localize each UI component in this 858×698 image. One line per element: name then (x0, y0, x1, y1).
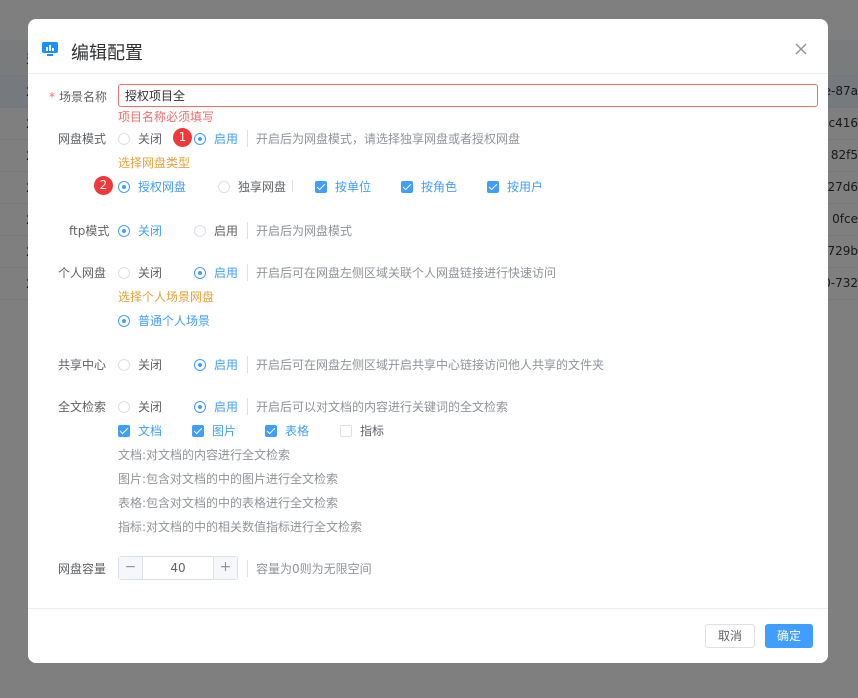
radio-label: 启用 (214, 400, 239, 414)
radio-label: 授权网盘 (138, 180, 187, 194)
step-badge-2: 2 (94, 176, 113, 195)
checkbox-box (265, 424, 277, 437)
radio-dot (118, 266, 130, 279)
radio-dot (194, 358, 206, 371)
scene-name-input[interactable] (118, 84, 818, 107)
fulltext-hint: 开启后可以对文档的内容进行关键词的全文检索 (247, 398, 508, 415)
radio-dot (194, 132, 206, 145)
radio-dot (218, 180, 230, 193)
fulltext-description: 表格:包含对文档的中的表格进行全文检索 (118, 496, 339, 510)
auth-by-user-checkbox[interactable]: 按用户 (487, 178, 543, 195)
personal-scene-normal-radio[interactable]: 普通个人场景 (118, 312, 210, 329)
divider (292, 180, 293, 192)
ftp-mode-label: ftp模式 (69, 224, 110, 238)
decrement-button[interactable]: − (119, 557, 143, 579)
chart-icon (42, 42, 58, 56)
radio-label: 启用 (214, 358, 239, 372)
radio-dot (194, 224, 206, 237)
personal-disk-off-radio[interactable]: 关闭 (118, 264, 162, 281)
checkbox-label: 表格 (285, 424, 310, 438)
required-mark: * (49, 90, 55, 104)
capacity-hint: 容量为0则为无限空间 (247, 560, 372, 577)
radio-label: 启用 (214, 224, 239, 238)
checkbox-label: 按用户 (507, 180, 544, 194)
checkbox-box (118, 424, 130, 437)
radio-dot (118, 400, 130, 413)
increment-button[interactable]: + (213, 557, 237, 579)
radio-label: 关闭 (138, 400, 163, 414)
fulltext-description: 图片:包含对文档的中的图片进行全文检索 (118, 472, 339, 486)
radio-dot (118, 314, 130, 327)
radio-label: 启用 (214, 266, 239, 280)
netdisk-mode-label: 网盘模式 (58, 132, 107, 146)
checkbox-box (401, 180, 413, 193)
scene-name-label: * 场景名称 (49, 88, 107, 105)
close-icon[interactable] (792, 40, 810, 58)
radio-dot (118, 132, 130, 145)
radio-label: 独享网盘 (238, 180, 287, 194)
netdisk-mode-on-radio[interactable]: 启用 (194, 130, 238, 147)
capacity-label: 网盘容量 (58, 562, 107, 576)
netdisk-type-prompt: 选择网盘类型 (118, 156, 191, 170)
personal-disk-on-radio[interactable]: 启用 (194, 264, 238, 281)
ftp-mode-hint: 开启后为网盘模式 (247, 222, 352, 239)
personal-disk-label: 个人网盘 (58, 266, 107, 280)
checkbox-box (340, 424, 352, 437)
fulltext-table-checkbox[interactable]: 表格 (265, 422, 309, 439)
radio-label: 普通个人场景 (138, 314, 211, 328)
edit-config-dialog: 编辑配置 * 场景名称 项目名称必须填写 网盘模式 关闭 1 启用 开启后为网盘模… (28, 19, 828, 663)
fulltext-image-checkbox[interactable]: 图片 (192, 422, 236, 439)
checkbox-box (192, 424, 204, 437)
radio-dot (118, 180, 130, 193)
netdisk-type-exclusive-radio[interactable]: 独享网盘 (218, 178, 286, 195)
fulltext-document-checkbox[interactable]: 文档 (118, 422, 162, 439)
checkbox-box (487, 180, 499, 193)
radio-label: 关闭 (138, 132, 163, 146)
radio-label: 关闭 (138, 224, 163, 238)
radio-dot (194, 400, 206, 413)
personal-scene-prompt: 选择个人场景网盘 (118, 290, 215, 304)
radio-dot (194, 266, 206, 279)
fulltext-description: 文档:对文档的内容进行全文检索 (118, 448, 291, 462)
scene-name-error: 项目名称必须填写 (118, 110, 215, 124)
dialog-header: 编辑配置 (28, 19, 828, 74)
ftp-mode-on-radio[interactable]: 启用 (194, 222, 238, 239)
netdisk-mode-off-radio[interactable]: 关闭 (118, 130, 162, 147)
step-badge-1: 1 (173, 128, 192, 147)
fulltext-label: 全文检索 (58, 400, 107, 414)
checkbox-label: 按单位 (335, 180, 372, 194)
share-center-on-radio[interactable]: 启用 (194, 356, 238, 373)
radio-dot (118, 358, 130, 371)
personal-disk-hint: 开启后可在网盘左侧区域关联个人网盘链接进行快速访问 (247, 264, 556, 281)
dialog-title: 编辑配置 (71, 43, 143, 64)
share-center-off-radio[interactable]: 关闭 (118, 356, 162, 373)
fulltext-on-radio[interactable]: 启用 (194, 398, 238, 415)
checkbox-label: 文档 (138, 424, 163, 438)
fulltext-description: 指标:对文档的中的相关数值指标进行全文检索 (118, 520, 363, 534)
share-center-label: 共享中心 (58, 358, 107, 372)
confirm-button[interactable]: 确定 (765, 624, 813, 648)
checkbox-label: 按角色 (421, 180, 458, 194)
cancel-button[interactable]: 取消 (705, 624, 755, 648)
capacity-stepper: − 40 + (118, 556, 238, 580)
radio-label: 关闭 (138, 266, 163, 280)
fulltext-metric-checkbox[interactable]: 指标 (340, 422, 384, 439)
capacity-value[interactable]: 40 (143, 557, 213, 579)
checkbox-label: 图片 (212, 424, 237, 438)
share-center-hint: 开启后可在网盘左侧区域开启共享中心链接访问他人共享的文件夹 (247, 356, 604, 373)
checkbox-label: 指标 (360, 424, 385, 438)
auth-by-unit-checkbox[interactable]: 按单位 (315, 178, 371, 195)
radio-dot (118, 224, 130, 237)
ftp-mode-off-radio[interactable]: 关闭 (118, 222, 162, 239)
netdisk-mode-hint: 开启后为网盘模式，请选择独享网盘或者授权网盘 (247, 130, 520, 147)
radio-label: 启用 (214, 132, 239, 146)
scene-name-label-text: 场景名称 (59, 90, 108, 104)
auth-by-role-checkbox[interactable]: 按角色 (401, 178, 457, 195)
checkbox-box (315, 180, 327, 193)
radio-label: 关闭 (138, 358, 163, 372)
fulltext-off-radio[interactable]: 关闭 (118, 398, 162, 415)
netdisk-type-auth-radio[interactable]: 授权网盘 (118, 178, 186, 195)
